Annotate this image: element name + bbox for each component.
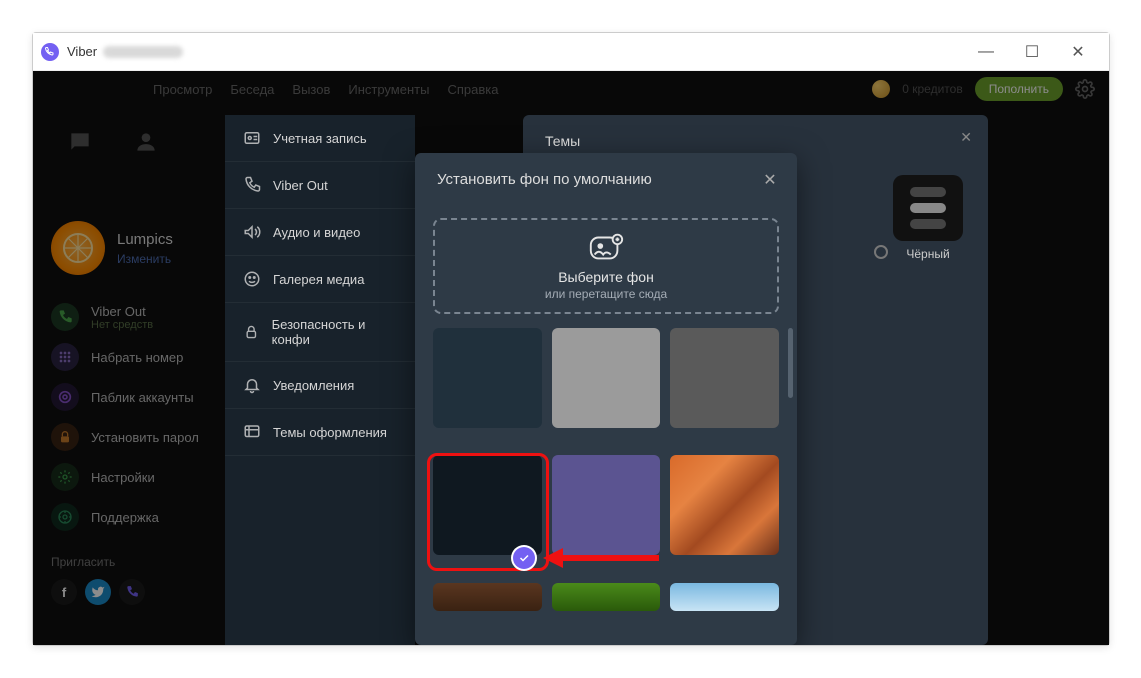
viber-logo-icon: [41, 43, 59, 61]
bg-modal-title: Установить фон по умолчанию: [437, 171, 652, 188]
bg-tile-5[interactable]: [552, 455, 661, 555]
bg-tile-2[interactable]: [552, 328, 661, 428]
radio-icon[interactable]: [874, 245, 888, 259]
bg-tiles-grid: [415, 328, 797, 628]
window-title: Viber: [67, 44, 97, 59]
settings-categories-panel: Учетная запись Viber Out Аудио и видео Г…: [225, 115, 415, 645]
maximize-button[interactable]: ☐: [1009, 35, 1055, 69]
annotation-arrow-icon: [541, 543, 661, 578]
dropzone[interactable]: Выберите фон или перетащите сюда: [433, 218, 779, 314]
settings-cat-account[interactable]: Учетная запись: [225, 115, 415, 162]
themes-modal-title: Темы: [545, 133, 580, 149]
settings-cat-themes-label: Темы оформления: [273, 425, 387, 440]
settings-cat-media-label: Галерея медиа: [273, 272, 364, 287]
settings-cat-account-label: Учетная запись: [273, 131, 367, 146]
bg-tile-8[interactable]: [552, 583, 661, 611]
grid-scrollbar[interactable]: [788, 328, 793, 398]
settings-cat-notifications-label: Уведомления: [273, 378, 354, 393]
app-window: Viber ― ☐ ✕ Просмотр Беседа Вызов Инстру…: [32, 32, 1110, 646]
bg-tile-7[interactable]: [433, 583, 542, 611]
bg-modal-close-button[interactable]: [759, 169, 781, 191]
themes-modal-close-button[interactable]: [960, 129, 972, 146]
dropzone-title: Выберите фон: [558, 269, 654, 285]
bg-tile-1[interactable]: [433, 328, 542, 428]
settings-cat-av[interactable]: Аудио и видео: [225, 209, 415, 256]
blurred-text: [103, 46, 183, 58]
settings-cat-security-label: Безопасность и конфи: [272, 317, 397, 347]
bg-tile-6[interactable]: [670, 455, 779, 555]
theme-preview-black: [893, 175, 963, 241]
settings-cat-themes[interactable]: Темы оформления: [225, 409, 415, 456]
settings-cat-security[interactable]: Безопасность и конфи: [225, 303, 415, 362]
theme-option-black-label: Чёрный: [888, 247, 968, 261]
minimize-button[interactable]: ―: [963, 35, 1009, 69]
bg-tile-4-selected[interactable]: [433, 455, 542, 555]
dropzone-subtitle: или перетащите сюда: [545, 287, 667, 301]
titlebar: Viber ― ☐ ✕: [33, 33, 1109, 71]
settings-cat-notifications[interactable]: Уведомления: [225, 362, 415, 409]
settings-cat-media[interactable]: Галерея медиа: [225, 256, 415, 303]
settings-cat-av-label: Аудио и видео: [273, 225, 360, 240]
settings-cat-viberout[interactable]: Viber Out: [225, 162, 415, 209]
app-body: Просмотр Беседа Вызов Инструменты Справк…: [33, 71, 1109, 645]
settings-cat-viberout-label: Viber Out: [273, 178, 328, 193]
theme-option-black[interactable]: Чёрный: [888, 175, 968, 261]
bg-tile-9[interactable]: [670, 583, 779, 611]
close-button[interactable]: ✕: [1055, 35, 1101, 69]
selected-check-icon: [513, 547, 535, 569]
window-controls: ― ☐ ✕: [963, 35, 1101, 69]
bg-tile-3[interactable]: [670, 328, 779, 428]
